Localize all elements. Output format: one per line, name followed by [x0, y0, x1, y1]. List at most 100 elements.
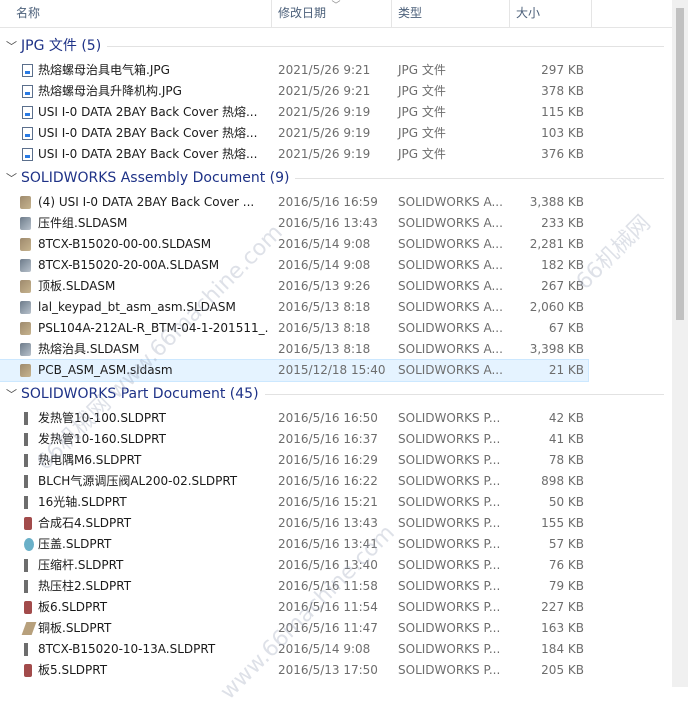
file-row[interactable]: 合成石4.SLDPRT 2016/5/16 13:43 SOLIDWORKS P..…: [0, 513, 588, 534]
file-row[interactable]: 压盖.SLDPRT 2016/5/16 13:41 SOLIDWORKS P... 5…: [0, 534, 588, 555]
file-type: SOLIDWORKS P...: [398, 600, 501, 614]
group-header[interactable]: ﹀ JPG 文件 (5): [0, 36, 672, 57]
column-name-header[interactable]: 名称: [10, 0, 272, 27]
file-name: PSL104A-212AL-R_BTM-04-1-201511_...: [38, 321, 268, 335]
column-type-label: 类型: [398, 6, 423, 20]
file-date: 2016/5/16 11:54: [278, 600, 378, 614]
file-type: JPG 文件: [398, 105, 446, 119]
file-row[interactable]: PCB_ASM_ASM.sldasm 2015/12/18 15:40 SOLIDW…: [0, 359, 589, 382]
file-type: SOLIDWORKS P...: [398, 411, 501, 425]
file-row[interactable]: 8TCX-B15020-00-00.SLDASM 2016/5/14 9:08 SO…: [0, 234, 588, 255]
file-row[interactable]: 板5.SLDPRT 2016/5/13 17:50 SOLIDWORKS P... 2…: [0, 660, 588, 681]
file-row[interactable]: USI I-0 DATA 2BAY Back Cover 热熔... 2021/5…: [0, 123, 588, 144]
column-size-header[interactable]: 大小: [510, 0, 592, 27]
file-row[interactable]: 热熔螺母治具升降机构.JPG 2021/5/26 9:21 JPG 文件 378 KB: [0, 81, 588, 102]
file-name: 热熔治具.SLDASM: [38, 342, 140, 356]
file-name: 压缩杆.SLDPRT: [38, 558, 124, 572]
file-date: 2021/5/26 9:21: [278, 63, 371, 77]
file-row[interactable]: 发热管10-100.SLDPRT 2016/5/16 16:50 SOLIDWORK…: [0, 408, 588, 429]
file-date: 2016/5/16 16:37: [278, 432, 378, 446]
file-row[interactable]: 铜板.SLDPRT 2016/5/16 11:47 SOLIDWORKS P... 1…: [0, 618, 588, 639]
file-size: 67 KB: [548, 321, 584, 335]
assembly-icon: [20, 217, 31, 230]
file-type: SOLIDWORKS P...: [398, 663, 501, 677]
file-name: USI I-0 DATA 2BAY Back Cover 热熔...: [38, 126, 258, 140]
assembly-icon: [20, 259, 31, 272]
group-header[interactable]: ﹀ SOLIDWORKS Part Document (45): [0, 384, 672, 405]
file-row[interactable]: 板6.SLDPRT 2016/5/16 11:54 SOLIDWORKS P... 2…: [0, 597, 588, 618]
file-row[interactable]: BLCH气源调压阀AL200-02.SLDPRT 2016/5/16 16:22 S…: [0, 471, 588, 492]
chevron-down-icon[interactable]: ﹀: [6, 386, 17, 402]
file-name: BLCH气源调压阀AL200-02.SLDPRT: [38, 474, 238, 488]
file-name: USI I-0 DATA 2BAY Back Cover 热熔...: [38, 105, 258, 119]
file-name: 合成石4.SLDPRT: [38, 516, 132, 530]
file-row[interactable]: 发热管10-160.SLDPRT 2016/5/16 16:37 SOLIDWORK…: [0, 429, 588, 450]
file-type: SOLIDWORKS A...: [398, 300, 503, 314]
jpg-file-icon: [22, 127, 33, 140]
part-icon: [24, 580, 28, 593]
group-title: SOLIDWORKS Part Document (45): [21, 386, 259, 402]
assembly-icon: [20, 280, 31, 293]
file-name: 发热管10-160.SLDPRT: [38, 432, 166, 446]
column-header-bar: 名称 ﹀ 修改日期 类型 大小: [0, 0, 672, 28]
scrollbar-thumb[interactable]: [676, 8, 684, 320]
file-list: ﹀ JPG 文件 (5) 热熔螺母治具电气箱.JPG 2021/5/26 9:21 JP…: [0, 36, 672, 684]
file-row[interactable]: 顶板.SLDASM 2016/5/13 9:26 SOLIDWORKS A... 26…: [0, 276, 588, 297]
chevron-down-icon[interactable]: ﹀: [6, 38, 17, 54]
file-row[interactable]: 热熔螺母治具电气箱.JPG 2021/5/26 9:21 JPG 文件 297 KB: [0, 60, 588, 81]
file-date: 2016/5/16 16:59: [278, 195, 378, 209]
vertical-scrollbar[interactable]: [672, 0, 688, 687]
file-size: 57 KB: [548, 537, 584, 551]
file-size: 163 KB: [541, 621, 584, 635]
file-date: 2016/5/14 9:08: [278, 258, 371, 272]
file-type: SOLIDWORKS P...: [398, 558, 501, 572]
file-row[interactable]: PSL104A-212AL-R_BTM-04-1-201511_... 2016/…: [0, 318, 588, 339]
assembly-icon: [20, 364, 31, 377]
file-date: 2016/5/13 9:26: [278, 279, 371, 293]
file-type: SOLIDWORKS P...: [398, 642, 501, 656]
file-row[interactable]: 热熔治具.SLDASM 2016/5/13 8:18 SOLIDWORKS A...…: [0, 339, 588, 360]
file-size: 103 KB: [541, 126, 584, 140]
file-size: 78 KB: [548, 453, 584, 467]
file-name: 热压柱2.SLDPRT: [38, 579, 132, 593]
file-row[interactable]: lal_keypad_bt_asm_asm.SLDASM 2016/5/13 8:…: [0, 297, 588, 318]
column-type-header[interactable]: 类型: [392, 0, 510, 27]
file-row[interactable]: 压件组.SLDASM 2016/5/16 13:43 SOLIDWORKS A...…: [0, 213, 588, 234]
file-size: 42 KB: [548, 411, 584, 425]
assembly-icon: [20, 322, 31, 335]
file-date: 2016/5/16 13:40: [278, 558, 378, 572]
file-row[interactable]: 压缩杆.SLDPRT 2016/5/16 13:40 SOLIDWORKS P...…: [0, 555, 588, 576]
file-date: 2021/5/26 9:19: [278, 147, 371, 161]
file-date: 2016/5/16 11:47: [278, 621, 378, 635]
file-row[interactable]: USI I-0 DATA 2BAY Back Cover 热熔... 2021/5…: [0, 144, 588, 165]
column-date-header[interactable]: ﹀ 修改日期: [272, 0, 392, 27]
file-row[interactable]: 16光轴.SLDPRT 2016/5/16 15:21 SOLIDWORKS P..…: [0, 492, 588, 513]
file-date: 2016/5/16 13:43: [278, 516, 378, 530]
file-type: SOLIDWORKS A...: [398, 237, 503, 251]
group-divider: [295, 178, 664, 179]
part-icon: [24, 664, 32, 677]
file-row[interactable]: 热电隅M6.SLDPRT 2016/5/16 16:29 SOLIDWORKS P.…: [0, 450, 588, 471]
file-row[interactable]: 8TCX-B15020-10-13A.SLDPRT 2016/5/14 9:08 S…: [0, 639, 588, 660]
file-size: 21 KB: [548, 363, 584, 377]
file-type: SOLIDWORKS A...: [398, 342, 503, 356]
file-size: 267 KB: [541, 279, 584, 293]
group-header[interactable]: ﹀ SOLIDWORKS Assembly Document (9): [0, 168, 672, 189]
file-row[interactable]: USI I-0 DATA 2BAY Back Cover 热熔... 2021/5…: [0, 102, 588, 123]
file-row[interactable]: 热压柱2.SLDPRT 2016/5/16 11:58 SOLIDWORKS P..…: [0, 576, 588, 597]
chevron-down-icon[interactable]: ﹀: [6, 170, 17, 186]
file-name: 热熔螺母治具电气箱.JPG: [38, 63, 170, 77]
file-name: 顶板.SLDASM: [38, 279, 116, 293]
file-type: SOLIDWORKS A...: [398, 321, 503, 335]
assembly-icon: [20, 343, 31, 356]
file-date: 2021/5/26 9:19: [278, 105, 371, 119]
assembly-icon: [20, 196, 31, 209]
file-row[interactable]: 8TCX-B15020-20-00A.SLDASM 2016/5/14 9:08 S…: [0, 255, 588, 276]
group-divider: [265, 394, 664, 395]
file-row[interactable]: (4) USI I-0 DATA 2BAY Back Cover ... 2016…: [0, 192, 588, 213]
file-type: SOLIDWORKS P...: [398, 495, 501, 509]
file-type: SOLIDWORKS P...: [398, 516, 501, 530]
part-icon: [24, 433, 28, 446]
file-name: 热熔螺母治具升降机构.JPG: [38, 84, 182, 98]
